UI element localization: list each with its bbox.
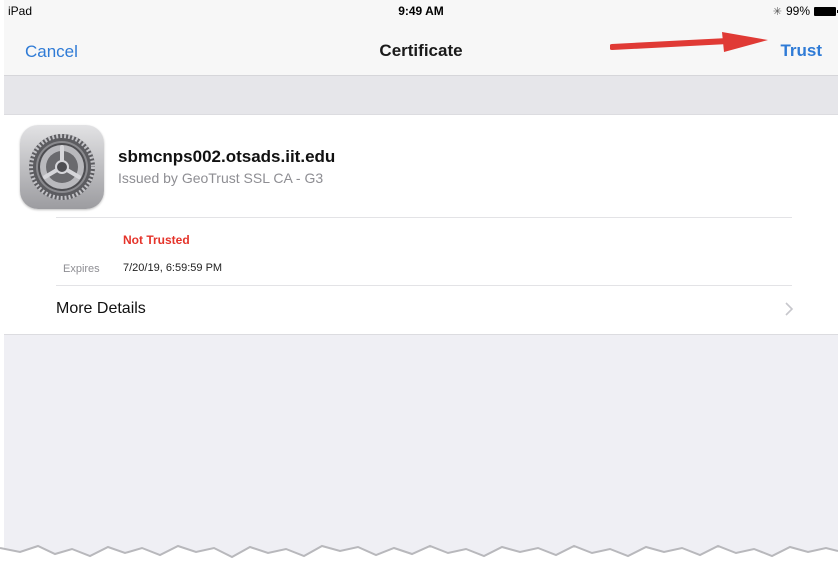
expires-label: Expires: [63, 263, 100, 275]
section-header-spacer: [4, 76, 838, 114]
certificate-issuer: Issued by GeoTrust SSL CA - G3: [118, 170, 324, 186]
certificate-card: sbmcnps002.otsads.iit.edu Issued by GeoT…: [4, 114, 838, 335]
status-bar: iPad 9:49 AM ✳ 99%: [4, 0, 838, 22]
status-right: ✳ 99%: [772, 4, 838, 18]
trust-button[interactable]: Trust: [780, 41, 822, 61]
bluetooth-icon: ✳: [772, 5, 782, 18]
more-details-label: More Details: [56, 300, 146, 317]
trust-status-label: Not Trusted: [123, 233, 190, 247]
torn-paper-edge: [0, 544, 838, 578]
ios-screen: iPad 9:49 AM ✳ 99% Cancel Certificate Tr…: [4, 0, 838, 578]
divider: [56, 217, 792, 218]
certificate-name: sbmcnps002.otsads.iit.edu: [118, 147, 336, 166]
expires-value: 7/20/19, 6:59:59 PM: [123, 262, 223, 274]
status-time: 9:49 AM: [398, 4, 444, 18]
chevron-right-icon: [785, 302, 794, 316]
battery-icon: [814, 6, 838, 16]
more-details-row[interactable]: More Details: [4, 286, 838, 336]
red-arrow-annotation: [610, 32, 768, 52]
settings-gear-icon: [20, 125, 104, 209]
battery-percent: 99%: [785, 4, 810, 18]
